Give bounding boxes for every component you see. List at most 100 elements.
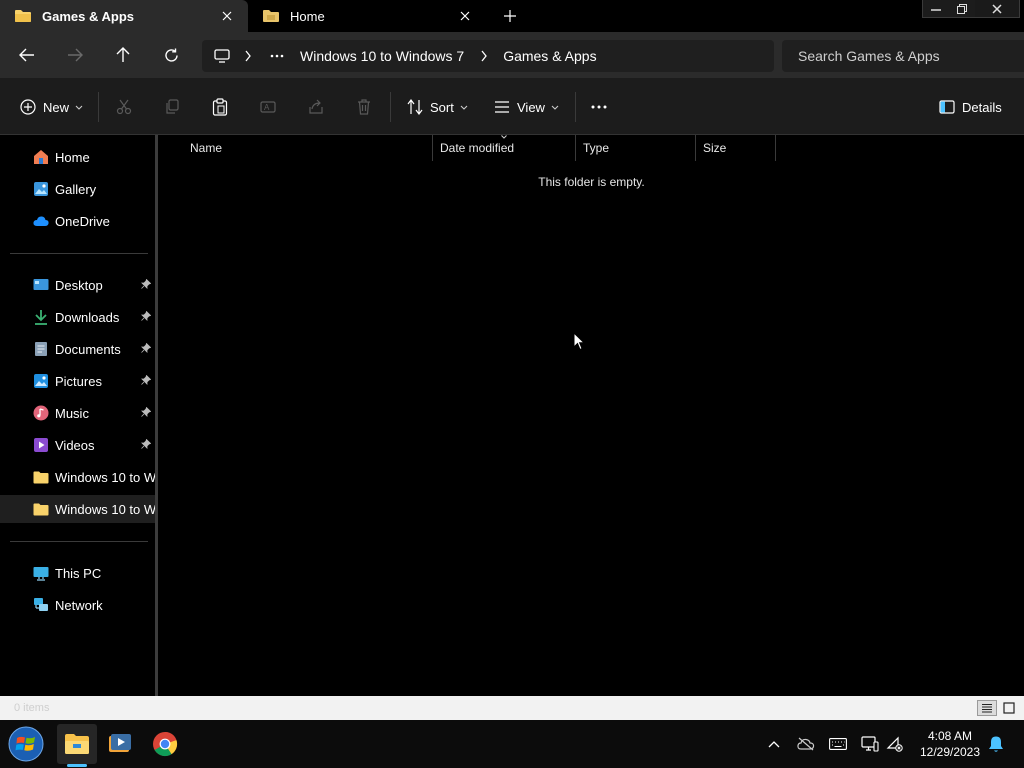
mouse-cursor-icon <box>573 332 585 351</box>
breadcrumb-item-games-apps[interactable]: Games & Apps <box>503 48 596 64</box>
pin-icon[interactable] <box>141 375 151 385</box>
restore-icon[interactable] <box>949 0 975 17</box>
clock-time: 4:08 AM <box>927 729 973 743</box>
network-disconnected-icon[interactable] <box>885 734 905 754</box>
paste-icon[interactable] <box>212 96 228 118</box>
window-controls <box>922 0 1020 18</box>
this-pc-icon <box>33 565 49 581</box>
close-tab-icon[interactable] <box>456 7 474 25</box>
desktop-icon <box>33 277 49 293</box>
sort-label: Sort <box>430 99 454 115</box>
sidebar-item-label: Network <box>55 597 103 613</box>
sidebar-item-music[interactable]: Music <box>0 399 155 427</box>
command-bar: New A Sort View Details <box>0 78 1024 135</box>
sidebar-item-label: Documents <box>55 341 121 357</box>
onedrive-offline-icon[interactable] <box>796 734 816 754</box>
column-header-label: Type <box>583 141 610 155</box>
gallery-icon <box>33 181 49 197</box>
column-header-label: Name <box>190 141 223 155</box>
pin-icon[interactable] <box>141 311 151 321</box>
close-tab-icon[interactable] <box>218 7 236 25</box>
details-pane-icon <box>939 100 955 114</box>
pin-icon[interactable] <box>141 407 151 417</box>
sidebar-item-label: Pictures <box>55 373 102 389</box>
new-tab-icon[interactable] <box>500 6 520 26</box>
refresh-icon[interactable] <box>160 44 182 66</box>
chrome-taskbar-icon[interactable] <box>145 724 185 764</box>
tab-home[interactable]: Home <box>248 0 486 32</box>
sidebar-item-onedrive[interactable]: OneDrive <box>0 207 155 235</box>
sidebar-item-desktop[interactable]: Desktop <box>0 271 155 299</box>
sidebar-item-network[interactable]: Network <box>0 591 155 619</box>
delete-icon[interactable] <box>357 96 371 118</box>
taskbar: 4:08 AM 12/29/2023 <box>0 720 1024 768</box>
clock[interactable]: 4:08 AM 12/29/2023 <box>912 728 988 760</box>
forward-arrow-icon[interactable] <box>64 44 86 66</box>
folder-icon <box>14 9 32 23</box>
status-bar: 0 items <box>0 696 1024 720</box>
sidebar-item-videos[interactable]: Videos <box>0 431 155 459</box>
view-button[interactable]: View <box>494 96 559 118</box>
sidebar-item-this-pc[interactable]: This PC <box>0 559 155 587</box>
tab-label: Home <box>290 8 325 24</box>
copy-icon[interactable] <box>164 96 180 118</box>
sidebar-item-pictures[interactable]: Pictures <box>0 367 155 395</box>
rename-icon[interactable]: A <box>260 96 276 118</box>
tab-label: Games & Apps <box>42 8 134 24</box>
chevron-down-icon <box>551 105 559 110</box>
tiles-view-icon[interactable] <box>999 700 1019 716</box>
notification-bell-icon[interactable] <box>986 734 1006 754</box>
sidebar-item-home[interactable]: Home <box>0 143 155 171</box>
navigation-pane: Home Gallery OneDrive Desktop Downloads <box>0 135 158 696</box>
media-player-taskbar-icon[interactable] <box>100 724 140 764</box>
column-header-type[interactable]: Type <box>576 135 696 161</box>
minimize-icon[interactable] <box>923 0 949 17</box>
details-button[interactable]: Details <box>939 96 1002 118</box>
more-options-icon[interactable] <box>591 96 607 118</box>
file-list[interactable]: Name Date modified Type Size This folder… <box>161 135 1024 696</box>
sidebar-item-windows-folder[interactable]: Windows 10 to Windows 7 <box>0 463 155 491</box>
sidebar-item-downloads[interactable]: Downloads <box>0 303 155 331</box>
sort-button[interactable]: Sort <box>407 96 468 118</box>
view-lines-icon <box>494 101 510 113</box>
pin-icon[interactable] <box>141 439 151 449</box>
close-window-icon[interactable] <box>975 0 1019 17</box>
tab-games-apps[interactable]: Games & Apps <box>0 0 248 32</box>
breadcrumb[interactable]: Windows 10 to Windows 7 Games & Apps <box>202 40 774 72</box>
divider <box>575 92 576 122</box>
pin-icon[interactable] <box>141 343 151 353</box>
display-icon[interactable] <box>860 734 880 754</box>
sidebar-item-label: Music <box>55 405 89 421</box>
sidebar-item-label: This PC <box>55 565 102 581</box>
column-header-date-modified[interactable]: Date modified <box>432 135 576 161</box>
cut-icon[interactable] <box>116 96 132 118</box>
sidebar-item-label: Desktop <box>55 277 103 293</box>
active-indicator <box>67 764 87 767</box>
onedrive-icon <box>33 213 49 229</box>
sidebar-item-documents[interactable]: Documents <box>0 335 155 363</box>
file-explorer-taskbar-icon[interactable] <box>57 724 97 767</box>
column-header-size[interactable]: Size <box>696 135 776 161</box>
breadcrumb-item-windows[interactable]: Windows 10 to Windows 7 <box>300 48 464 64</box>
keyboard-icon[interactable] <box>828 734 848 754</box>
new-button[interactable]: New <box>20 96 83 118</box>
sidebar-item-label: OneDrive <box>55 213 110 229</box>
column-header-name[interactable]: Name <box>183 135 433 161</box>
plus-circle-icon <box>20 99 36 115</box>
monitor-icon[interactable] <box>214 49 230 63</box>
sidebar-item-gallery[interactable]: Gallery <box>0 175 155 203</box>
chevron-right-icon[interactable] <box>480 50 488 62</box>
chevron-right-icon[interactable] <box>244 50 252 62</box>
chevron-down-icon <box>75 105 83 110</box>
chevron-up-icon[interactable] <box>764 734 784 754</box>
back-arrow-icon[interactable] <box>16 44 38 66</box>
start-button-icon[interactable] <box>6 724 46 764</box>
more-crumbs-icon[interactable] <box>270 54 284 58</box>
up-arrow-icon[interactable] <box>112 44 134 66</box>
details-view-icon[interactable] <box>977 700 997 716</box>
sidebar-item-windows-folder-selected[interactable]: Windows 10 to Windows 7 <box>0 495 155 523</box>
share-icon[interactable] <box>308 96 324 118</box>
pin-icon[interactable] <box>141 279 151 289</box>
search-input[interactable]: Search Games & Apps <box>782 40 1024 72</box>
pictures-icon <box>33 373 49 389</box>
